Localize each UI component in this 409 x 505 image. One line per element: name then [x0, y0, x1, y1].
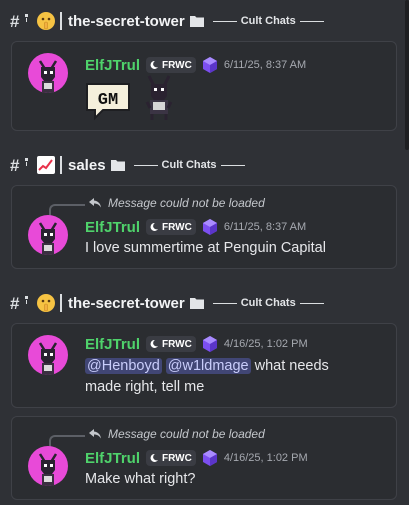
message-header: ElfJTrul FRWC 6/11/25, 8:37 AM: [85, 56, 306, 74]
thread-channel-icon: #: [10, 292, 34, 314]
shushing-face-emoji: [37, 294, 55, 312]
message-card[interactable]: ElfJTrul FRWC 4/16/25, 1:02 PM @Henboyd …: [11, 323, 397, 408]
folder-icon: [189, 298, 204, 309]
message-header: ElfJTrul FRWC 4/16/25, 1:02 PM: [85, 335, 308, 353]
reply-arrow-icon: [89, 198, 101, 208]
header-divider: [60, 12, 62, 30]
username[interactable]: ElfJTrul: [85, 57, 140, 74]
folder-icon: [110, 160, 125, 171]
user-mention[interactable]: @Henboyd: [85, 358, 162, 374]
timestamp[interactable]: 4/16/25, 1:02 PM: [224, 452, 308, 464]
message-feed: # the-secret-tower Cult Chats ElfJTrul F…: [0, 0, 409, 505]
message-card[interactable]: Message could not be loaded ElfJTrul FRW…: [11, 185, 397, 269]
avatar[interactable]: [28, 215, 68, 255]
crescent-icon: [150, 339, 159, 348]
message-card[interactable]: Message could not be loaded ElfJTrul FRW…: [11, 416, 397, 500]
channel-name: the-secret-tower: [68, 294, 185, 312]
gem-badge-icon[interactable]: [201, 449, 219, 467]
channel-header[interactable]: # the-secret-tower Cult Chats: [10, 10, 328, 32]
sticker-text: GM: [98, 91, 118, 110]
avatar[interactable]: [28, 53, 68, 93]
message-text: I love summertime at Penguin Capital: [85, 240, 326, 256]
reply-arrow-icon: [89, 429, 101, 439]
timestamp[interactable]: 6/11/25, 8:37 AM: [224, 59, 306, 71]
avatar[interactable]: [28, 446, 68, 486]
gem-badge-icon[interactable]: [201, 218, 219, 236]
svg-text:#: #: [10, 12, 20, 31]
shushing-face-emoji: [37, 12, 55, 30]
reply-preview[interactable]: Message could not be loaded: [88, 426, 265, 442]
message-card[interactable]: ElfJTrul FRWC 6/11/25, 8:37 AM GM: [11, 41, 397, 131]
timestamp[interactable]: 6/11/25, 8:37 AM: [224, 221, 306, 233]
username[interactable]: ElfJTrul: [85, 219, 140, 236]
user-mention[interactable]: @w1ldmage: [165, 358, 251, 374]
message-header: ElfJTrul FRWC 6/11/25, 8:37 AM: [85, 218, 306, 236]
folder-icon: [189, 16, 204, 27]
channel-name: the-secret-tower: [68, 12, 185, 30]
crescent-icon: [150, 222, 159, 231]
username[interactable]: ElfJTrul: [85, 336, 140, 353]
crescent-icon: [150, 60, 159, 69]
message-text: @Henboyd @w1ldmage what needs: [85, 356, 329, 376]
message-text-line2: made right, tell me: [85, 379, 205, 395]
reply-preview[interactable]: Message could not be loaded: [88, 195, 265, 211]
crescent-icon: [150, 453, 159, 462]
timestamp[interactable]: 4/16/25, 1:02 PM: [224, 338, 308, 350]
svg-text:#: #: [10, 294, 20, 313]
header-divider: [60, 294, 62, 312]
pixel-creature-sticker[interactable]: [143, 74, 175, 122]
server-tag[interactable]: FRWC: [146, 450, 196, 466]
thread-channel-icon: #: [10, 10, 34, 32]
category-label: Cult Chats: [130, 159, 249, 171]
header-divider: [60, 156, 62, 174]
gem-badge-icon[interactable]: [201, 56, 219, 74]
avatar[interactable]: [28, 335, 68, 375]
chart-increasing-emoji: [37, 156, 55, 174]
message-header: ElfJTrul FRWC 4/16/25, 1:02 PM: [85, 449, 308, 467]
username[interactable]: ElfJTrul: [85, 450, 140, 467]
category-label: Cult Chats: [209, 15, 328, 27]
thread-channel-icon: #: [10, 154, 34, 176]
channel-header[interactable]: # the-secret-tower Cult Chats: [10, 292, 328, 314]
server-tag[interactable]: FRWC: [146, 336, 196, 352]
message-text: Make what right?: [85, 471, 196, 487]
channel-name: sales: [68, 156, 106, 174]
server-tag[interactable]: FRWC: [146, 57, 196, 73]
channel-header[interactable]: # sales Cult Chats: [10, 154, 249, 176]
gem-badge-icon[interactable]: [201, 335, 219, 353]
category-label: Cult Chats: [209, 297, 328, 309]
server-tag[interactable]: FRWC: [146, 219, 196, 235]
gm-speech-bubble-sticker[interactable]: GM: [85, 82, 133, 122]
svg-text:#: #: [10, 156, 20, 175]
message-text-after: what needs: [254, 358, 329, 374]
scrollbar[interactable]: [405, 0, 409, 150]
